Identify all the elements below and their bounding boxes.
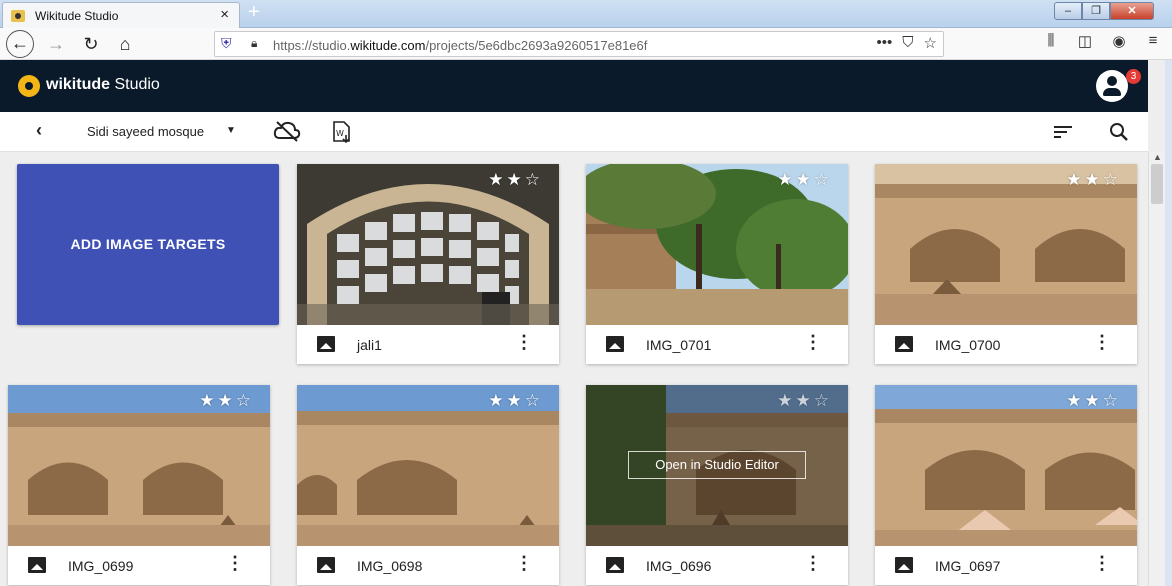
favicon-icon: [11, 10, 25, 22]
lock-icon[interactable]: 🔒︎: [251, 36, 257, 51]
new-tab-button[interactable]: +: [248, 1, 260, 24]
app-logo-text[interactable]: wikitude Studio: [46, 76, 160, 94]
notification-badge: 3: [1126, 69, 1141, 84]
svg-text:W: W: [336, 129, 344, 138]
image-icon: [606, 336, 624, 352]
target-thumbnail[interactable]: ★★☆: [297, 164, 559, 325]
window-edge: [1165, 60, 1172, 586]
browser-tab[interactable]: Wikitude Studio ×: [2, 2, 240, 28]
target-thumbnail[interactable]: ★★☆: [8, 385, 270, 546]
pocket-icon[interactable]: ⛉: [902, 34, 913, 52]
open-in-editor-button[interactable]: Open in Studio Editor: [628, 451, 806, 479]
search-icon[interactable]: [1108, 121, 1130, 143]
more-vert-icon[interactable]: ⋮: [226, 554, 244, 572]
target-name: IMG_0701: [646, 337, 712, 353]
more-vert-icon[interactable]: ⋮: [1093, 333, 1111, 351]
project-toolbar: ‹ Sidi sayeed mosque ▼ W: [0, 112, 1148, 152]
image-icon: [606, 557, 624, 573]
image-icon: [895, 557, 913, 573]
more-vert-icon[interactable]: ⋮: [515, 333, 533, 351]
target-card[interactable]: ★★☆ IMG_0698 ⋮: [297, 385, 559, 585]
tab-close-icon[interactable]: ×: [220, 6, 229, 23]
rating-stars: ★★☆: [488, 170, 543, 189]
back-button[interactable]: ←: [6, 30, 34, 58]
target-name: IMG_0700: [935, 337, 1001, 353]
bookmark-star-icon[interactable]: ☆: [924, 34, 937, 52]
image-icon: [317, 336, 335, 352]
browser-navbar: ← → ↻ ⌂ ⛨ 🔒︎ https://studio.wikitude.com…: [0, 28, 1172, 60]
scroll-up-icon[interactable]: ▲: [1153, 152, 1162, 162]
target-name: IMG_0697: [935, 558, 1001, 574]
browser-tab-strip: Wikitude Studio × + – ❐ ✕: [0, 0, 1172, 28]
account-icon[interactable]: ◉: [1110, 32, 1128, 50]
target-card[interactable]: ★★☆ IMG_0699 ⋮: [8, 385, 270, 585]
target-thumbnail[interactable]: ★★☆: [875, 164, 1137, 325]
wto-export-icon[interactable]: W: [330, 120, 354, 144]
rating-stars: ★★☆: [1066, 170, 1121, 189]
rating-stars: ★★☆: [777, 391, 832, 410]
add-image-targets-button[interactable]: ADD IMAGE TARGETS: [17, 164, 279, 325]
rating-stars: ★★☆: [777, 170, 832, 189]
reload-button[interactable]: ↻: [79, 32, 103, 56]
target-thumbnail[interactable]: ★★☆: [875, 385, 1137, 546]
restore-button[interactable]: ❐: [1082, 2, 1110, 20]
user-avatar-icon[interactable]: [1096, 70, 1128, 102]
target-card[interactable]: ★★☆ IMG_0697 ⋮: [875, 385, 1137, 585]
caret-down-icon[interactable]: ▼: [226, 125, 236, 136]
target-card[interactable]: ★★☆ IMG_0701 ⋮: [586, 164, 848, 364]
image-icon: [317, 557, 335, 573]
window-controls: – ❐ ✕: [1054, 2, 1154, 20]
cloud-off-icon[interactable]: [272, 118, 302, 144]
project-selector[interactable]: Sidi sayeed mosque: [87, 124, 204, 139]
target-card[interactable]: ★★☆ IMG_0700 ⋮: [875, 164, 1137, 364]
tracking-shield-icon[interactable]: ⛨: [221, 35, 232, 52]
target-card[interactable]: ★★☆ jali1 ⋮: [297, 164, 559, 364]
more-vert-icon[interactable]: ⋮: [804, 333, 822, 351]
target-name: IMG_0698: [357, 558, 423, 574]
sidebar-icon[interactable]: ◫: [1076, 32, 1094, 50]
target-thumbnail[interactable]: ★★☆: [297, 385, 559, 546]
more-vert-icon[interactable]: ⋮: [515, 554, 533, 572]
rating-stars: ★★☆: [1066, 391, 1121, 410]
home-button[interactable]: ⌂: [113, 32, 137, 56]
rating-stars: ★★☆: [199, 391, 254, 410]
more-vert-icon[interactable]: ⋮: [804, 554, 822, 572]
target-name: IMG_0696: [646, 558, 712, 574]
minimize-button[interactable]: –: [1054, 2, 1082, 20]
target-card[interactable]: ★★☆ Open in Studio Editor IMG_0696 ⋮: [586, 385, 848, 585]
page-actions-icon[interactable]: •••: [877, 34, 893, 52]
address-bar[interactable]: ⛨ 🔒︎ https://studio.wikitude.com/project…: [214, 31, 944, 57]
vertical-scrollbar[interactable]: ▲: [1148, 152, 1165, 586]
rating-stars: ★★☆: [488, 391, 543, 410]
hamburger-menu-icon[interactable]: ≡: [1144, 32, 1162, 50]
forward-button[interactable]: →: [44, 32, 68, 56]
image-icon: [895, 336, 913, 352]
image-icon: [28, 557, 46, 573]
url-text[interactable]: https://studio.wikitude.com/projects/5e6…: [273, 38, 647, 53]
window-close-button[interactable]: ✕: [1110, 2, 1154, 20]
wikitude-logo-icon: [18, 75, 40, 97]
target-name: jali1: [357, 337, 382, 353]
target-thumbnail[interactable]: ★★☆ Open in Studio Editor: [586, 385, 848, 546]
sort-icon[interactable]: [1052, 122, 1074, 142]
back-arrow-icon[interactable]: ‹: [36, 120, 42, 141]
more-vert-icon[interactable]: ⋮: [1093, 554, 1111, 572]
target-name: IMG_0699: [68, 558, 134, 574]
scrollbar-thumb[interactable]: [1151, 164, 1163, 204]
tab-title: Wikitude Studio: [35, 9, 119, 23]
app-header: wikitude Studio 3: [0, 60, 1148, 112]
library-icon[interactable]: ⫼: [1042, 32, 1060, 50]
target-thumbnail[interactable]: ★★☆: [586, 164, 848, 325]
